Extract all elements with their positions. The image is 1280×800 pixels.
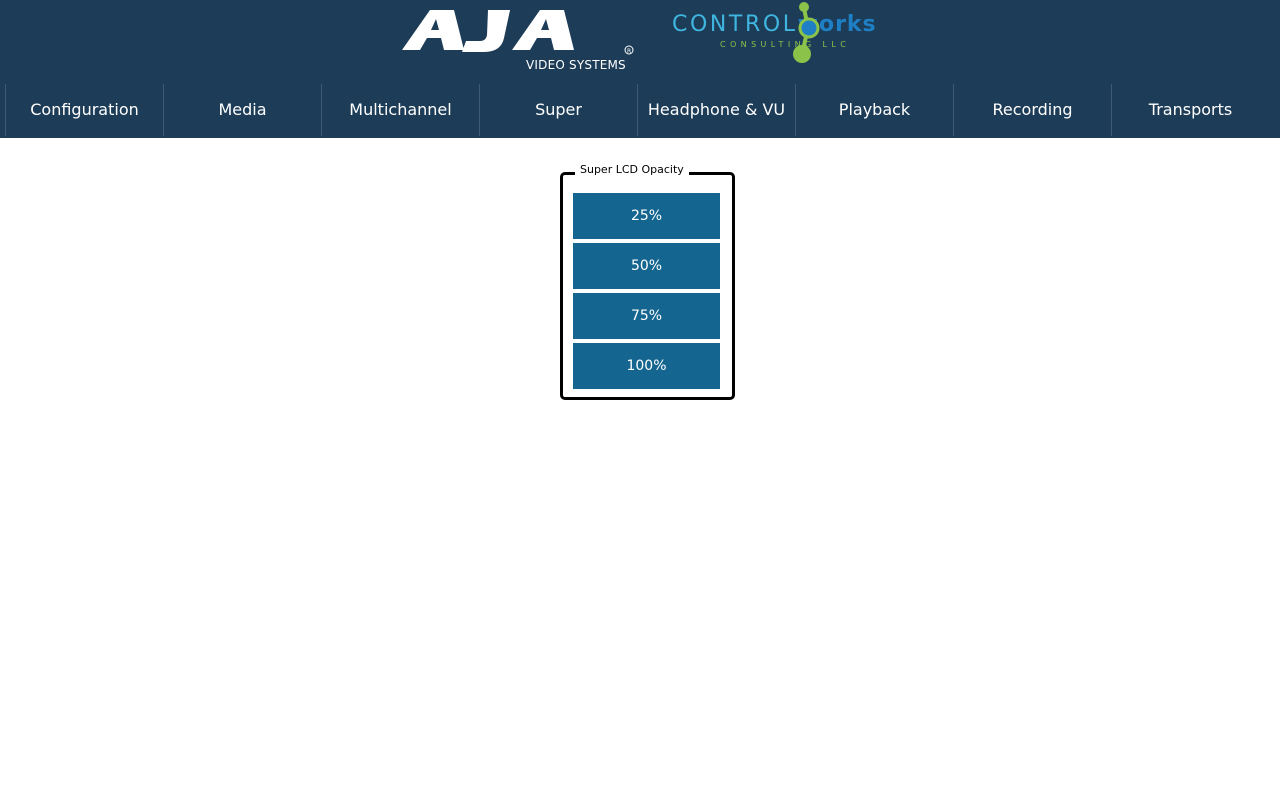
nav-item-headphone-vu[interactable]: Headphone & VU bbox=[637, 84, 795, 136]
molecule-icon bbox=[793, 2, 820, 63]
aja-wordmark-icon: R bbox=[402, 10, 634, 55]
group-legend: Super LCD Opacity bbox=[575, 163, 689, 176]
aja-logo: R VIDEO SYSTEMS bbox=[400, 6, 636, 74]
nav-item-playback[interactable]: Playback bbox=[795, 84, 953, 136]
main-navigation: Configuration Media Multichannel Super H… bbox=[5, 84, 1269, 136]
opacity-50-button[interactable]: 50% bbox=[573, 243, 720, 289]
opacity-75-button[interactable]: 75% bbox=[573, 293, 720, 339]
nav-item-super[interactable]: Super bbox=[479, 84, 637, 136]
svg-text:R: R bbox=[627, 48, 631, 55]
controlworks-name-part1: CONTROL bbox=[672, 12, 798, 37]
nav-item-transports[interactable]: Transports bbox=[1111, 84, 1269, 136]
opacity-100-button[interactable]: 100% bbox=[573, 343, 720, 389]
super-lcd-opacity-group: Super LCD Opacity 25% 50% 75% 100% bbox=[560, 163, 735, 400]
nav-item-configuration[interactable]: Configuration bbox=[5, 84, 163, 136]
nav-item-multichannel[interactable]: Multichannel bbox=[321, 84, 479, 136]
controlworks-wordmark: CONTROLworks bbox=[672, 12, 877, 37]
opacity-25-button[interactable]: 25% bbox=[573, 193, 720, 239]
header-bar: R VIDEO SYSTEMS CONTROLworks CONSULTING … bbox=[0, 0, 1280, 138]
aja-subtitle: VIDEO SYSTEMS bbox=[526, 58, 626, 72]
nav-item-recording[interactable]: Recording bbox=[953, 84, 1111, 136]
nav-item-media[interactable]: Media bbox=[163, 84, 321, 136]
controlworks-logo: CONTROLworks CONSULTING LLC bbox=[672, 0, 882, 68]
